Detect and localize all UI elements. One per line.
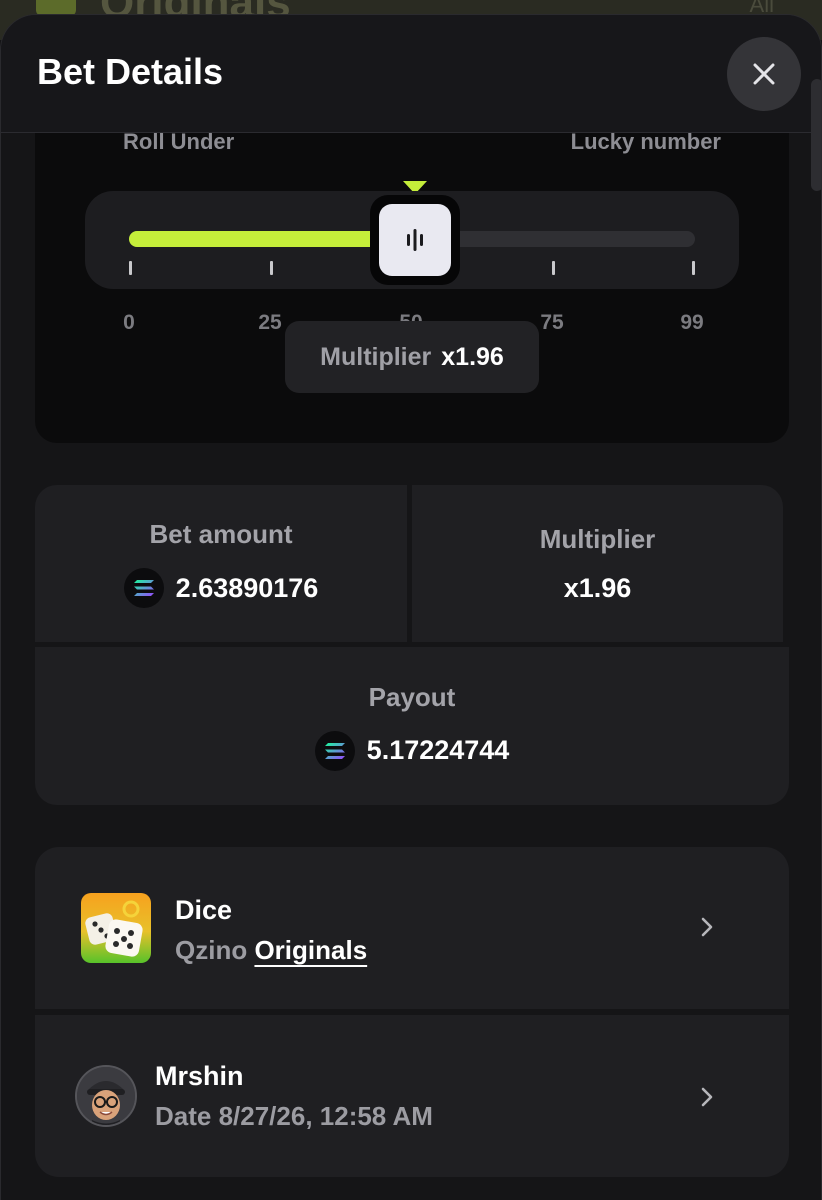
- game-provider: Qzino Originals: [175, 935, 367, 966]
- bet-details-sheet: Bet Details Roll Under Lucky number 0 25…: [0, 14, 822, 1200]
- slider-thumb: [369, 195, 460, 285]
- bet-amount-value: 2.63890176: [175, 572, 319, 603]
- grip-icon: [406, 229, 423, 251]
- scale-label: 0: [123, 311, 135, 334]
- dice-slider: [85, 191, 739, 289]
- multiplier-badge-value: x1.96: [441, 342, 504, 371]
- slider-handle: [378, 204, 451, 276]
- multiplier-cell: Multiplier x1.96: [412, 485, 783, 642]
- game-title: Dice: [175, 895, 233, 925]
- bet-amount-cell: Bet amount 2.63890176: [35, 485, 407, 642]
- payout-value: 5.17224744: [366, 735, 510, 765]
- payout-label: Payout: [368, 681, 456, 712]
- payout-cell: Payout 5.17224744: [35, 647, 789, 805]
- payout-row: 5.17224744: [314, 730, 510, 771]
- scrollbar[interactable]: [811, 79, 821, 191]
- username: Mrshin: [155, 1061, 244, 1091]
- bet-amount-row: 2.63890176: [123, 568, 319, 608]
- bet-amount-label: Bet amount: [149, 519, 293, 549]
- multiplier-badge-label: Multiplier: [320, 342, 432, 371]
- scale-label: 99: [680, 311, 704, 334]
- chevron-right-icon: [701, 917, 713, 937]
- originals-link[interactable]: Originals: [254, 935, 367, 965]
- slider-tick: [692, 261, 695, 275]
- close-icon: [753, 63, 775, 85]
- solana-icon: [314, 730, 355, 771]
- solana-icon: [123, 568, 164, 608]
- multiplier-badge: Multiplier x1.96: [285, 321, 539, 393]
- slider-tick: [270, 261, 273, 275]
- game-row[interactable]: Dice Qzino Originals: [35, 847, 789, 1009]
- slider-tick: [552, 261, 555, 275]
- user-row[interactable]: Mrshin Date 8/27/26, 12:58 AM: [35, 1015, 789, 1177]
- sheet-header: Bet Details: [1, 15, 821, 133]
- multiplier-label: Multiplier: [539, 523, 656, 554]
- dice-game-icon: [81, 893, 151, 963]
- avatar: [75, 1065, 137, 1127]
- page-title: Bet Details: [37, 51, 224, 92]
- slider-tick: [129, 261, 132, 275]
- multiplier-value: x1.96: [563, 572, 632, 603]
- provider-name: Qzino: [175, 935, 248, 965]
- close-button[interactable]: [727, 37, 801, 111]
- chevron-right-icon: [701, 1087, 713, 1107]
- bet-date: Date 8/27/26, 12:58 AM: [155, 1101, 433, 1131]
